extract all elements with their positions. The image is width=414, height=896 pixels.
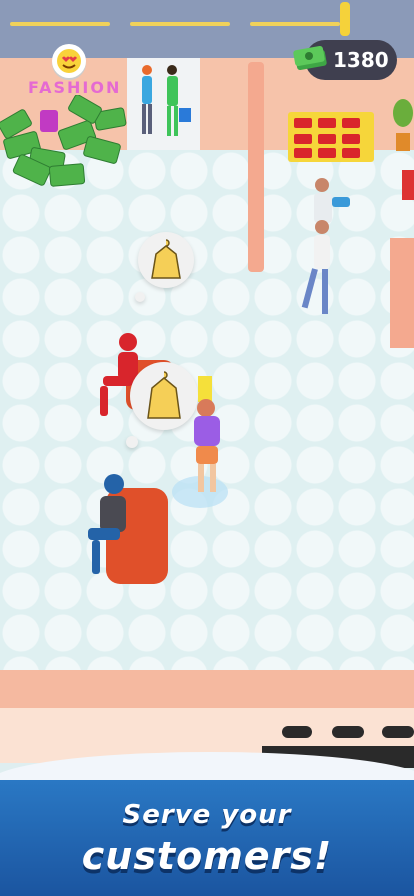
shirt-item bbox=[40, 110, 58, 132]
yellow-dress-icon bbox=[151, 239, 181, 279]
heart-eyes-icon bbox=[52, 44, 86, 78]
money-pile[interactable] bbox=[0, 95, 135, 195]
partition-wall bbox=[390, 238, 414, 348]
seated-customer[interactable] bbox=[82, 470, 172, 590]
road-marking bbox=[130, 22, 230, 26]
bubble-dot bbox=[126, 436, 138, 448]
road-marking bbox=[250, 22, 340, 26]
glow-effect bbox=[340, 2, 350, 36]
money-value: 1380 bbox=[333, 48, 389, 72]
bubble-dot bbox=[135, 292, 145, 302]
walking-customer[interactable] bbox=[400, 160, 414, 210]
fashion-poster bbox=[127, 58, 200, 150]
road-marking bbox=[10, 22, 110, 26]
front-wall bbox=[0, 670, 414, 708]
banner-title-line2: customers! bbox=[81, 834, 333, 878]
walking-customer[interactable] bbox=[300, 175, 360, 325]
request-bubble bbox=[138, 232, 194, 288]
plant-icon bbox=[393, 99, 413, 151]
player-character[interactable] bbox=[170, 370, 230, 520]
partition-wall bbox=[248, 62, 264, 272]
cash-stack-icon bbox=[293, 45, 327, 71]
banner-title-line1: Serve your bbox=[122, 800, 292, 830]
game-scene[interactable]: FASHION Serve your customers! 1380 bbox=[0, 0, 414, 896]
clothes-shelf[interactable] bbox=[288, 112, 374, 162]
